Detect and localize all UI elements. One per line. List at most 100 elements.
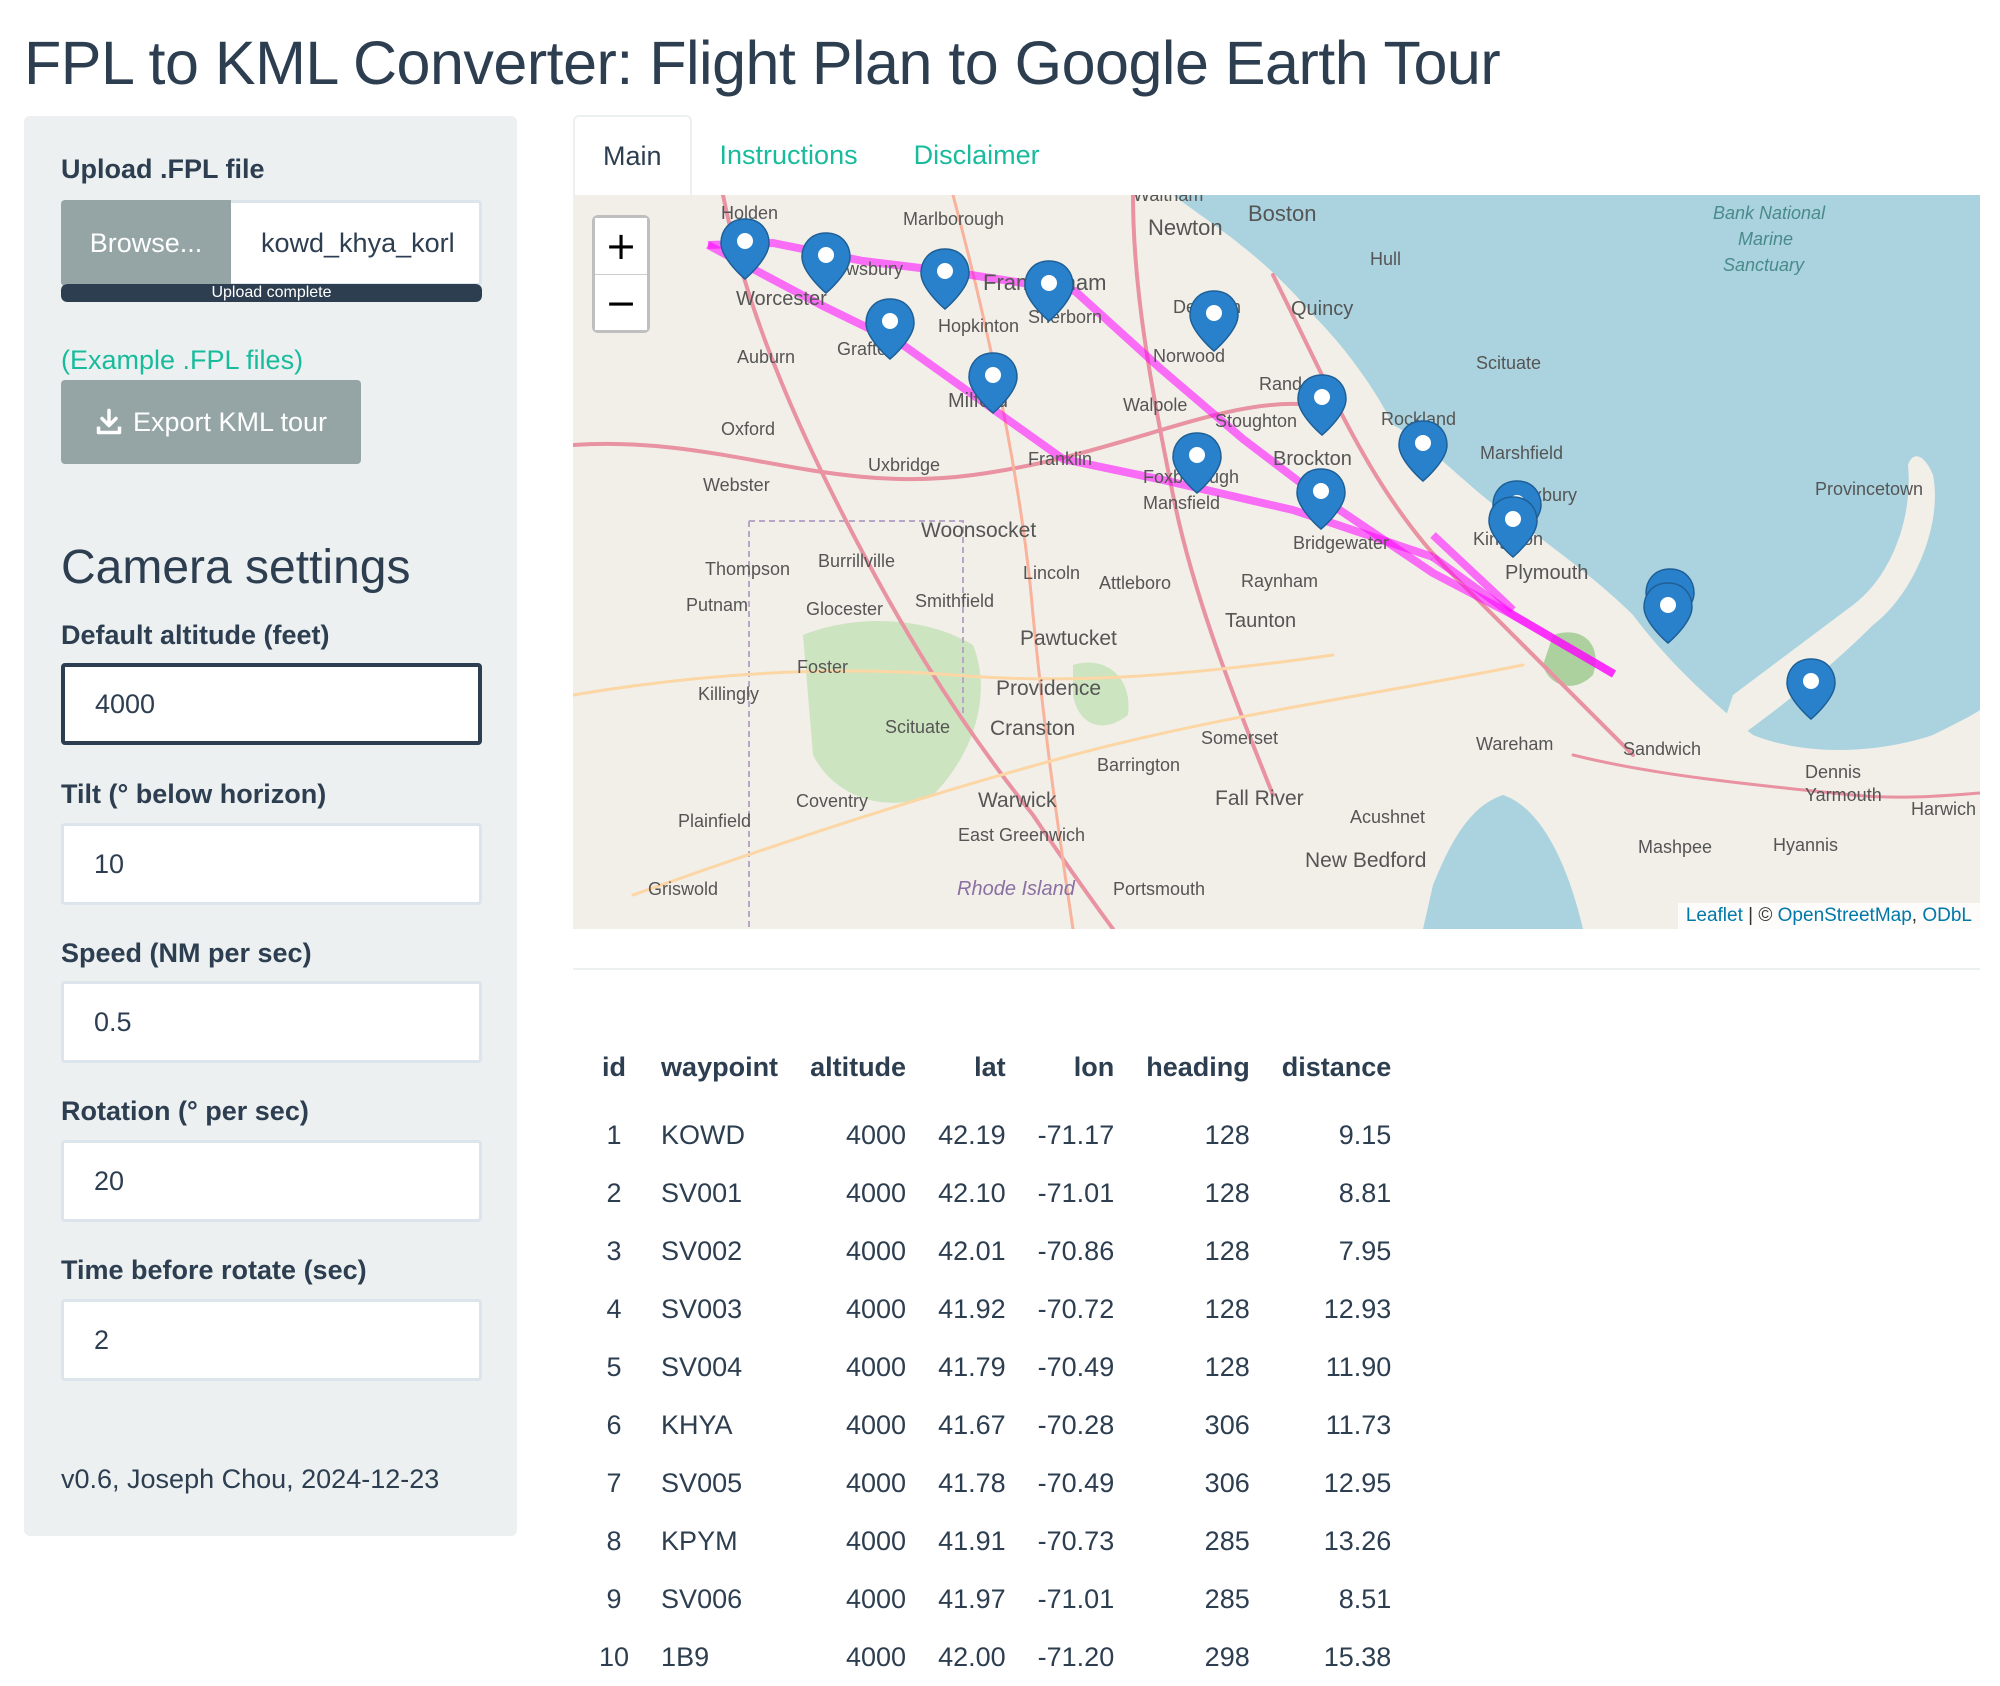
table-row: 9 SV006 4000 41.97 -71.01 285 8.51 <box>583 1570 1407 1628</box>
cell-heading: 128 <box>1204 1293 1250 1324</box>
svg-text:Uxbridge: Uxbridge <box>868 455 940 475</box>
svg-text:Franklin: Franklin <box>1028 449 1092 469</box>
cell-id: 1 <box>606 1119 622 1150</box>
zoom-in-button[interactable]: + <box>595 218 647 274</box>
time-input[interactable] <box>61 1299 482 1381</box>
cell-waypoint: SV004 <box>661 1351 743 1382</box>
svg-text:Waltham: Waltham <box>1133 195 1203 205</box>
svg-text:Scituate: Scituate <box>885 717 950 737</box>
download-icon <box>96 408 122 435</box>
leaflet-link[interactable]: Leaflet <box>1686 905 1743 926</box>
cell-lat: 41.67 <box>938 1409 1006 1440</box>
cell-id: 9 <box>606 1583 622 1614</box>
svg-text:Newton: Newton <box>1148 215 1223 240</box>
rotation-input[interactable] <box>61 1140 482 1222</box>
browse-button[interactable]: Browse... <box>61 200 231 286</box>
page-title: FPL to KML Converter: Flight Plan to Goo… <box>24 29 1501 97</box>
cell-waypoint: SV002 <box>661 1235 743 1266</box>
svg-text:Oxford: Oxford <box>721 419 775 439</box>
svg-text:Rhode Island: Rhode Island <box>957 878 1076 900</box>
map-view[interactable]: Holden Marlborough Newton Boston Waltham… <box>573 195 1980 929</box>
attribution-separator: | © <box>1742 905 1778 926</box>
col-heading-header: heading <box>1146 1052 1250 1082</box>
openstreetmap-link[interactable]: OpenStreetMap <box>1778 905 1912 926</box>
odbl-link[interactable]: ODbL <box>1922 905 1972 926</box>
cell-waypoint: SV005 <box>661 1467 743 1498</box>
cell-lon: -71.17 <box>1037 1119 1115 1150</box>
svg-text:Mashpee: Mashpee <box>1638 837 1712 857</box>
col-lon-header: lon <box>1073 1052 1115 1082</box>
tab-main[interactable]: Main <box>573 115 692 195</box>
cell-id: 3 <box>606 1235 622 1266</box>
svg-text:Lincoln: Lincoln <box>1023 563 1080 583</box>
svg-text:Plymouth: Plymouth <box>1505 562 1588 584</box>
cell-heading: 128 <box>1204 1235 1250 1266</box>
sidebar-panel: Upload .FPL file Browse... kowd_khya_kor… <box>24 116 517 1536</box>
cell-altitude: 4000 <box>846 1235 907 1266</box>
cell-altitude: 4000 <box>846 1409 907 1440</box>
cell-heading: 306 <box>1204 1467 1250 1498</box>
tab-instructions[interactable]: Instructions <box>692 115 886 195</box>
cell-id: 7 <box>606 1467 622 1498</box>
svg-text:Scituate: Scituate <box>1476 353 1541 373</box>
example-files-link[interactable]: (Example .FPL files) <box>61 345 303 376</box>
cell-lon: -70.72 <box>1037 1293 1115 1324</box>
svg-text:Marlborough: Marlborough <box>903 209 1004 229</box>
cell-lat: 42.19 <box>938 1119 1006 1150</box>
cell-altitude: 4000 <box>846 1525 907 1556</box>
svg-text:Somerset: Somerset <box>1201 728 1278 748</box>
export-kml-button[interactable]: Export KML tour <box>61 380 361 464</box>
svg-text:Bridgewater: Bridgewater <box>1293 533 1389 553</box>
cell-distance: 9.15 <box>1338 1119 1392 1150</box>
table-row: 1 KOWD 4000 42.19 -71.17 128 9.15 <box>583 1106 1407 1164</box>
svg-text:Hull: Hull <box>1370 249 1401 269</box>
cell-distance: 13.26 <box>1323 1525 1392 1556</box>
svg-text:Dennis: Dennis <box>1805 762 1861 782</box>
col-lat-header: lat <box>974 1052 1006 1082</box>
altitude-input[interactable] <box>61 663 482 745</box>
cell-altitude: 4000 <box>846 1467 907 1498</box>
svg-text:Foster: Foster <box>797 657 848 677</box>
tilt-label: Tilt (° below horizon) <box>61 779 327 809</box>
cell-id: 5 <box>606 1351 622 1382</box>
cell-lon: -71.20 <box>1037 1641 1115 1672</box>
tilt-input[interactable] <box>61 823 482 905</box>
svg-text:East Greenwich: East Greenwich <box>958 825 1085 845</box>
cell-heading: 128 <box>1204 1177 1250 1208</box>
cell-distance: 12.93 <box>1323 1293 1392 1324</box>
cell-id: 6 <box>606 1409 622 1440</box>
cell-lat: 42.01 <box>938 1235 1006 1266</box>
cell-distance: 15.38 <box>1323 1641 1392 1672</box>
col-id-header: id <box>602 1052 627 1082</box>
cell-distance: 12.95 <box>1323 1467 1392 1498</box>
cape-cod <box>1713 456 1935 755</box>
svg-text:Sanctuary: Sanctuary <box>1723 255 1805 275</box>
file-name-field[interactable]: kowd_khya_korl <box>231 200 482 286</box>
cell-lon: -70.86 <box>1037 1235 1115 1266</box>
svg-text:New Bedford: New Bedford <box>1305 849 1426 872</box>
cell-lon: -70.49 <box>1037 1351 1115 1382</box>
svg-text:Plainfield: Plainfield <box>678 811 751 831</box>
cell-lat: 41.92 <box>938 1293 1006 1324</box>
col-distance-header: distance <box>1281 1052 1392 1082</box>
table-row: 2 SV001 4000 42.10 -71.01 128 8.81 <box>583 1164 1407 1222</box>
svg-text:Woonsocket: Woonsocket <box>921 519 1036 542</box>
cell-lat: 41.97 <box>938 1583 1006 1614</box>
cell-id: 2 <box>606 1177 622 1208</box>
speed-input[interactable] <box>61 981 482 1063</box>
svg-text:Pawtucket: Pawtucket <box>1020 627 1117 650</box>
map-attribution: Leaflet | © OpenStreetMap, ODbL <box>1677 903 1980 929</box>
table-row: 6 KHYA 4000 41.67 -70.28 306 11.73 <box>583 1396 1407 1454</box>
upload-progress-fill: Upload complete <box>61 284 482 302</box>
cell-waypoint: KHYA <box>661 1409 733 1440</box>
cell-lat: 42.10 <box>938 1177 1006 1208</box>
cell-lat: 42.00 <box>938 1641 1006 1672</box>
svg-text:Bank National: Bank National <box>1713 203 1826 223</box>
attribution-comma: , <box>1911 905 1923 926</box>
cell-altitude: 4000 <box>846 1351 907 1382</box>
cell-distance: 8.51 <box>1338 1583 1392 1614</box>
tab-disclaimer[interactable]: Disclaimer <box>886 115 1068 195</box>
svg-text:Marshfield: Marshfield <box>1480 443 1563 463</box>
cell-lon: -70.73 <box>1037 1525 1115 1556</box>
zoom-out-button[interactable]: − <box>595 274 647 330</box>
